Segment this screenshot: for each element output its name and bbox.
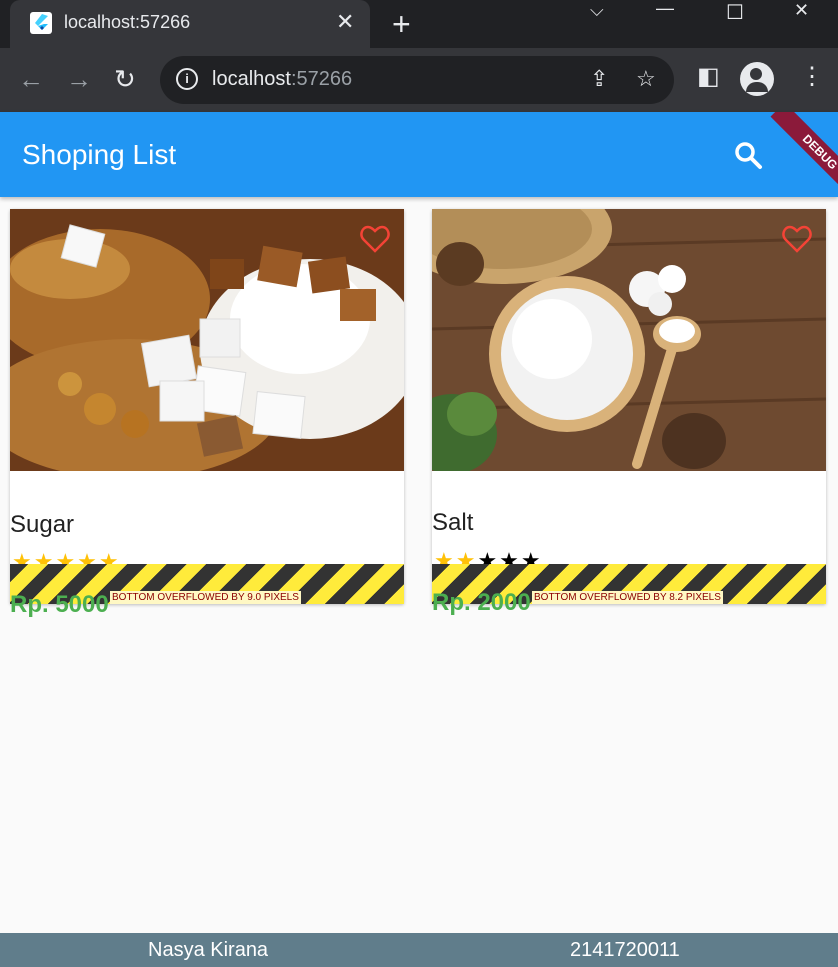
url-text: localhost:57266 (212, 68, 353, 90)
new-tab-icon[interactable]: + (392, 6, 411, 43)
tab-title: localhost:57266 (64, 12, 191, 32)
footer-student-name: Nasya Kirana (148, 939, 269, 961)
overflow-warning-text: BOTTOM OVERFLOWED BY 9.0 PIXELS (110, 591, 301, 604)
reload-icon[interactable]: ↻ (114, 64, 136, 95)
tab-search-icon[interactable]: ⌵ (590, 0, 604, 21)
minimize-icon[interactable]: — (656, 0, 674, 19)
side-panel-icon[interactable]: ◧ (697, 62, 720, 91)
forward-icon[interactable]: → (66, 64, 92, 95)
info-icon[interactable]: i (176, 68, 198, 90)
page-title: Shoping List (22, 139, 177, 170)
product-name: Salt (432, 509, 474, 536)
favorite-heart-icon[interactable] (782, 225, 812, 253)
maximize-icon[interactable]: ☐ (726, 0, 744, 25)
browser-toolbar: ← → ↻ i localhost:57266 ⇪ ☆ ◧ ⋮ (0, 48, 838, 112)
product-image-salt (432, 209, 826, 471)
product-card-sugar[interactable]: Sugar ★★★★★ BOTTOM OVERFLOWED BY 9.0 PIX… (10, 209, 404, 618)
footer-student-id: 2141720011 (570, 939, 680, 961)
search-icon[interactable] (733, 140, 763, 170)
footer-bar: Nasya Kirana 2141720011 (0, 933, 838, 967)
browser-tab[interactable]: localhost:57266 ✕ (10, 0, 370, 48)
debug-banner: DEBUG (770, 112, 838, 197)
menu-kebab-icon[interactable]: ⋮ (800, 62, 824, 91)
address-bar[interactable]: i localhost:57266 ⇪ ☆ (160, 56, 674, 104)
share-icon[interactable]: ⇪ (590, 66, 608, 92)
product-name: Sugar (10, 511, 75, 538)
product-price: Rp. 5000 (10, 591, 109, 618)
app-bar: Shoping List DEBUG (0, 112, 838, 197)
overflow-warning-text: BOTTOM OVERFLOWED BY 8.2 PIXELS (532, 591, 723, 604)
bookmark-star-icon[interactable]: ☆ (636, 66, 656, 92)
product-image-sugar (10, 209, 404, 471)
browser-tab-bar: localhost:57266 ✕ + ⌵ — ☐ ✕ (0, 0, 838, 48)
product-price: Rp. 2000 (432, 589, 531, 616)
back-icon[interactable]: ← (18, 64, 44, 95)
flutter-favicon-icon (30, 12, 52, 34)
profile-avatar-icon[interactable] (740, 62, 774, 96)
close-window-icon[interactable]: ✕ (794, 0, 809, 21)
favorite-heart-icon[interactable] (360, 225, 390, 253)
tab-close-icon[interactable]: ✕ (336, 9, 354, 35)
product-card-salt[interactable]: Salt ★★★★★ BOTTOM OVERFLOWED BY 8.2 PIXE… (432, 209, 826, 616)
